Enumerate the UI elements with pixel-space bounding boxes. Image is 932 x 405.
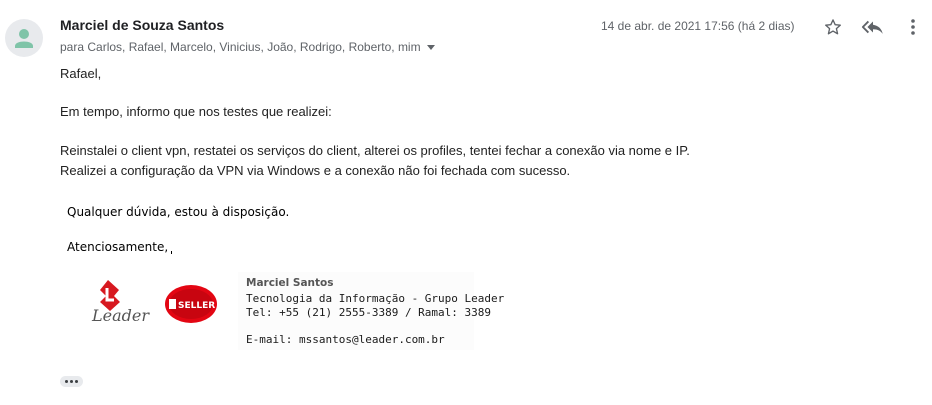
ellipsis-dot [70,380,73,383]
seller-logo: SELLER [165,285,217,323]
reply-all-icon [861,20,883,34]
signature-card: Marciel Santos Tecnologia da Informação … [238,272,504,350]
ellipsis-dot [65,380,68,383]
chevron-down-icon [426,44,435,50]
reply-all-button[interactable] [860,14,886,40]
star-button[interactable] [820,14,846,40]
signature-name: Marciel Santos [246,277,334,289]
person-icon [15,29,33,48]
ellipsis-dot [75,380,78,383]
closing-salutation: Atenciosamente, [67,240,169,254]
stray-mark [171,251,172,254]
recipients-dropdown[interactable]: para Carlos, Rafael, Marcelo, Vinicius, … [60,40,435,54]
star-outline-icon [825,19,841,35]
vertical-dots-icon [911,19,915,35]
greeting-text: Rafael, [60,66,102,81]
body-paragraph-line: Realizei a configuração da VPN via Windo… [60,163,571,178]
message-date: 14 de abr. de 2021 17:56 (há 2 dias) [601,19,795,33]
company-logos: Leader SELLER [88,272,238,352]
sender-name[interactable]: Marciel de Souza Santos [60,17,224,33]
recipients-label: para Carlos, Rafael, Marcelo, Vinicius, … [60,40,421,54]
signature-email: E-mail: mssantos@leader.com.br [246,333,445,346]
more-options-button[interactable] [900,14,926,40]
body-paragraph-line: Reinstalei o client vpn, restatei os ser… [60,143,690,158]
svg-text:SELLER: SELLER [178,301,215,311]
signature-department: Tecnologia da Informação - Grupo Leader [246,292,505,305]
show-trimmed-content-button[interactable] [60,376,83,387]
svg-text:Leader: Leader [91,306,150,325]
sender-avatar[interactable] [5,19,43,57]
signature-phone: Tel: +55 (21) 2555-3389 / Ramal: 3389 [246,306,492,319]
body-paragraph-intro: Em tempo, informo que nos testes que rea… [60,104,332,119]
closing-text: Qualquer dúvida, estou à disposição. [67,205,290,219]
